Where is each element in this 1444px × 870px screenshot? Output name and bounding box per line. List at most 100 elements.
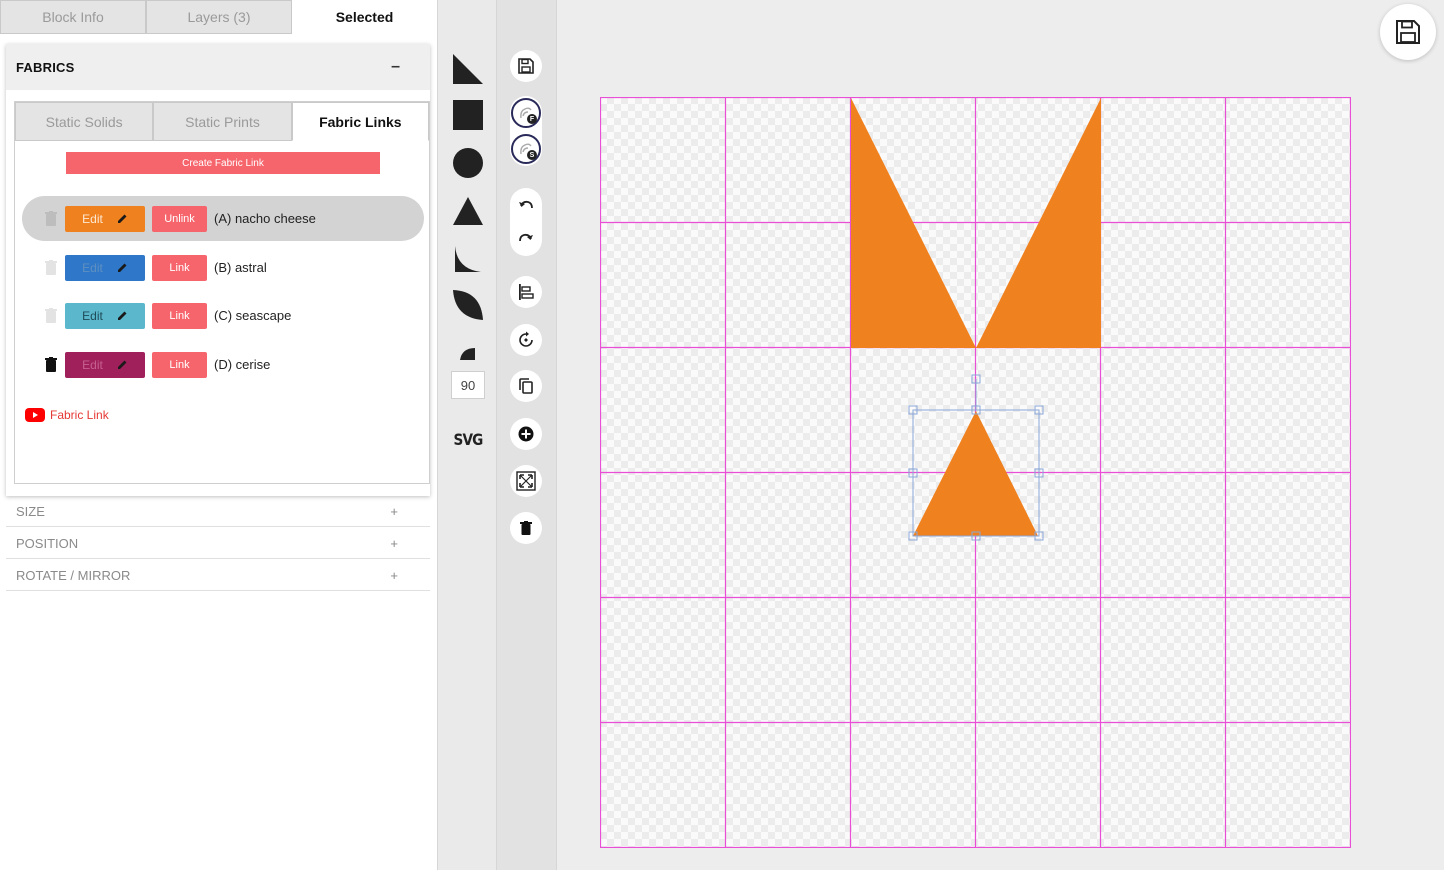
fabric-row-c[interactable]: Edit Link (C) seascape: [22, 293, 424, 338]
youtube-icon: [25, 408, 45, 422]
edit-label: Edit: [82, 211, 103, 226]
edit-label: Edit: [82, 357, 103, 372]
save-block-button[interactable]: [510, 50, 542, 82]
save-project-button[interactable]: [1380, 4, 1436, 60]
quarter-arc-icon: [460, 348, 475, 360]
svg-import-button[interactable]: SVG: [451, 426, 485, 452]
delete-shape-button[interactable]: [510, 512, 542, 544]
redo-icon: [519, 233, 533, 242]
section-label: SIZE: [16, 503, 45, 519]
fabric-name: (D) cerise: [214, 357, 271, 372]
square-tool[interactable]: [450, 97, 486, 133]
unlink-button[interactable]: Unlink: [152, 205, 207, 232]
shape-tool-column: 90 SVG: [437, 0, 497, 870]
rotate-button[interactable]: [510, 324, 542, 356]
expand-icon[interactable]: +: [390, 568, 398, 583]
duplicate-button[interactable]: [510, 370, 542, 402]
tab-selected[interactable]: Selected: [292, 0, 437, 34]
fabric-sub-tabs: Static Solids Static Prints Fabric Links: [15, 102, 429, 141]
link-button[interactable]: Link: [152, 254, 207, 281]
rotate-icon: [519, 331, 533, 347]
align-left-icon: [519, 284, 534, 300]
fabric-row-d[interactable]: Edit Link (D) cerise: [22, 342, 424, 387]
tab-layers[interactable]: Layers (3): [146, 0, 292, 34]
angle-input[interactable]: 90: [451, 371, 485, 399]
undo-icon: [519, 200, 533, 209]
expand-icon[interactable]: +: [390, 536, 398, 551]
fabric-link-video-link[interactable]: Fabric Link: [25, 408, 109, 422]
pencil-icon: [117, 214, 127, 223]
fabrics-collapse-button[interactable]: –: [391, 58, 400, 76]
pencil-icon: [117, 263, 127, 272]
top-tabs: Block Info Layers (3) Selected: [0, 0, 437, 34]
fabric-link-video-label: Fabric Link: [50, 408, 109, 422]
tab-block-info[interactable]: Block Info: [0, 0, 146, 34]
solid-badge: S: [527, 150, 537, 160]
section-position[interactable]: POSITION +: [6, 528, 430, 559]
canvas-svg[interactable]: [600, 97, 1351, 848]
fabric-swatch-icon: F: [511, 98, 541, 128]
edit-fabric-button[interactable]: Edit: [65, 351, 145, 378]
tab-static-prints[interactable]: Static Prints: [153, 102, 292, 141]
redo-button[interactable]: [510, 222, 542, 254]
section-label: POSITION: [16, 535, 79, 551]
edit-label: Edit: [82, 308, 103, 323]
fabric-row-b[interactable]: Edit Link (B) astral: [22, 245, 424, 290]
align-button[interactable]: [510, 276, 542, 308]
edit-fabric-button[interactable]: Edit: [65, 254, 145, 281]
trash-icon[interactable]: [40, 260, 62, 275]
fabric-links-box: Static Solids Static Prints Fabric Links…: [14, 101, 430, 484]
undo-button[interactable]: [510, 189, 542, 221]
link-button[interactable]: Link: [152, 351, 207, 378]
left-panel: Block Info Layers (3) Selected FABRICS –…: [0, 0, 437, 870]
plus-circle-icon: [518, 426, 534, 442]
fabric-row-a[interactable]: Edit Unlink (A) nacho cheese: [22, 196, 424, 241]
trash-icon[interactable]: [40, 357, 62, 372]
edit-fabric-button[interactable]: Edit: [65, 205, 145, 232]
block-canvas[interactable]: [600, 97, 1351, 848]
floppy-disk-icon: [1396, 20, 1420, 44]
circle-tool[interactable]: [450, 145, 486, 181]
create-fabric-link-button[interactable]: Create Fabric Link: [66, 152, 380, 174]
quarter-arc-tool[interactable]: [450, 334, 486, 370]
section-rotate-mirror[interactable]: ROTATE / MIRROR +: [6, 560, 430, 591]
fabrics-header[interactable]: FABRICS –: [6, 44, 430, 90]
fabrics-title: FABRICS: [16, 59, 75, 75]
right-triangle-tool[interactable]: [450, 51, 486, 87]
trash-icon[interactable]: [40, 308, 62, 323]
link-button[interactable]: Link: [152, 302, 207, 329]
add-shape-button[interactable]: [510, 418, 542, 450]
section-label: ROTATE / MIRROR: [16, 567, 131, 583]
section-size[interactable]: SIZE +: [6, 496, 430, 527]
fabric-name: (C) seascape: [214, 308, 292, 323]
selected-triangle-shape[interactable]: [913, 411, 1038, 536]
trash-icon[interactable]: [40, 211, 62, 226]
expand-icon[interactable]: +: [390, 504, 398, 519]
fabric-name: (A) nacho cheese: [214, 211, 316, 226]
pencil-icon: [117, 360, 127, 369]
apply-solid-button[interactable]: S: [510, 133, 542, 165]
square-icon: [453, 100, 483, 130]
curved-corner-icon: [455, 246, 481, 272]
fabric-badge: F: [527, 114, 537, 124]
action-column: F S: [497, 0, 557, 870]
expand-icon: [516, 471, 536, 491]
apply-fabric-button[interactable]: F: [510, 97, 542, 129]
edit-fabric-button[interactable]: Edit: [65, 302, 145, 329]
floppy-disk-icon: [518, 58, 534, 74]
triangle-icon: [453, 197, 483, 225]
tab-static-solids[interactable]: Static Solids: [15, 102, 154, 141]
edit-label: Edit: [82, 260, 103, 275]
triangle-tool[interactable]: [450, 193, 486, 229]
leaf-tool[interactable]: [450, 287, 486, 323]
circle-icon: [453, 148, 483, 178]
tab-fabric-links[interactable]: Fabric Links: [291, 102, 429, 141]
curved-corner-tool[interactable]: [450, 241, 486, 277]
trash-icon: [520, 521, 532, 535]
leaf-icon: [453, 290, 483, 320]
fit-to-canvas-button[interactable]: [510, 465, 542, 497]
pencil-icon: [117, 311, 127, 320]
right-triangle-icon: [453, 54, 483, 84]
copy-icon: [519, 378, 533, 394]
solid-swatch-icon: S: [511, 134, 541, 164]
